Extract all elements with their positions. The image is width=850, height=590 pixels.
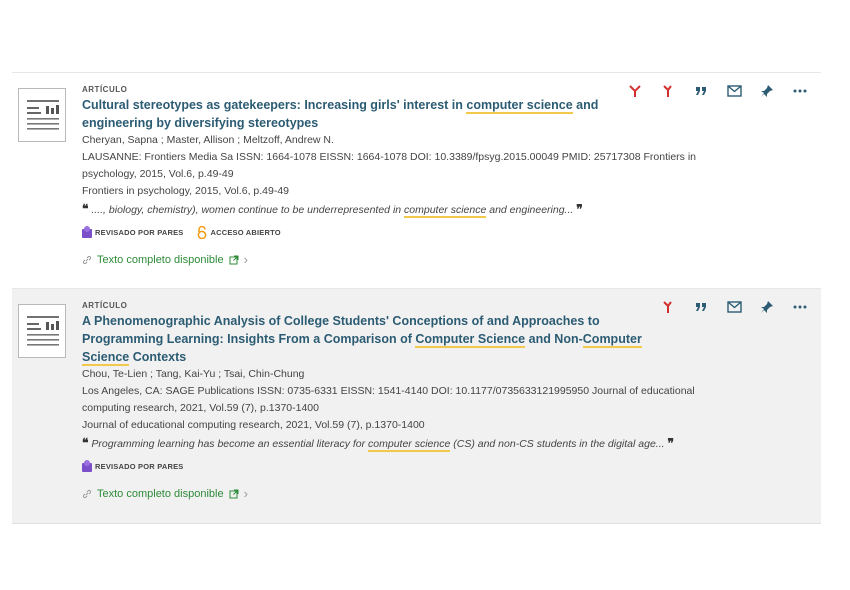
peer-reviewed-icon [82,226,92,238]
authors: Chou, Te-Lien ; Tang, Kai-Yu ; Tsai, Chi… [82,368,305,380]
result-title-link[interactable]: A Phenomenographic Analysis of College S… [82,312,642,366]
fulltext-link[interactable]: Texto completo disponible › [82,486,811,501]
title-text: Cultural stereotypes as gatekeepers: Inc… [82,98,467,112]
chevron-right-icon: › [243,252,248,267]
result-title-link[interactable]: Cultural stereotypes as gatekeepers: Inc… [82,96,642,132]
result-actions [626,83,809,99]
fulltext-label: Texto completo disponible [97,253,224,266]
quote-close-icon: ❞ [667,436,674,450]
publication-details: LAUSANNE: Frontiers Media Sa ISSN: 1664-… [82,151,697,180]
more-options-icon[interactable] [791,299,809,315]
source: Frontiers in psychology, 2015, Vol.6, p.… [82,185,290,197]
email-icon[interactable] [725,83,743,99]
result-body: ARTÍCULO Cultural stereotypes as gatekee… [82,85,811,267]
cited-by-icon[interactable] [626,83,644,99]
snippet-text: (CS) and non-CS students in the digital … [450,438,665,450]
article-thumbnail[interactable] [18,304,66,358]
peer-reviewed-label: REVISADO POR PARES [95,461,184,471]
pin-icon[interactable] [758,83,776,99]
references-icon[interactable] [659,83,677,99]
snippet: ❝ ...., biology, chemistry), women conti… [82,201,811,219]
title-highlight: computer science [466,98,573,114]
title-text: Contexts [129,350,187,364]
snippet-text: and engineering... [486,204,574,216]
external-link-icon [229,489,239,498]
peer-reviewed-label: REVISADO POR PARES [95,227,184,237]
cite-icon[interactable] [692,83,710,99]
more-options-icon[interactable] [791,83,809,99]
publication-details: Los Angeles, CA: SAGE Publications ISSN:… [82,385,695,414]
badges: REVISADO POR PARES ACCESO ABIERTO [82,224,811,240]
result-card[interactable]: ARTÍCULO A Phenomenographic Analysis of … [12,288,821,524]
references-icon[interactable] [659,299,677,315]
peer-reviewed-icon [82,460,92,472]
external-link-icon [229,255,239,264]
link-icon [82,489,92,498]
pin-icon[interactable] [758,299,776,315]
snippet-text: ...., biology, chemistry), women continu… [91,204,405,216]
quote-open-icon: ❝ [82,436,89,450]
snippet-highlight: computer science [404,204,487,218]
article-thumbnail[interactable] [18,88,66,142]
fulltext-label: Texto completo disponible [97,487,224,500]
quote-open-icon: ❝ [82,202,89,216]
badges: REVISADO POR PARES [82,458,811,474]
result-body: ARTÍCULO A Phenomenographic Analysis of … [82,301,811,501]
peer-reviewed-badge: REVISADO POR PARES [82,226,183,238]
link-icon [82,255,92,264]
cite-icon[interactable] [692,299,710,315]
result-actions [659,299,809,315]
source: Journal of educational computing researc… [82,419,425,431]
quote-close-icon: ❞ [576,202,583,216]
open-access-label: ACCESO ABIERTO [210,227,281,237]
title-highlight: Computer Science [415,332,526,348]
snippet-highlight: computer science [368,438,451,452]
result-card[interactable]: ARTÍCULO Cultural stereotypes as gatekee… [12,72,821,288]
title-text: and Non- [525,332,583,346]
chevron-right-icon: › [243,486,248,501]
authors: Cheryan, Sapna ; Master, Allison ; Meltz… [82,134,334,146]
email-icon[interactable] [725,299,743,315]
peer-reviewed-badge: REVISADO POR PARES [82,460,183,472]
results-list: ARTÍCULO Cultural stereotypes as gatekee… [12,72,821,524]
snippet: ❝ Programming learning has become an ess… [82,435,811,453]
open-access-icon [198,225,207,239]
snippet-text: Programming learning has become an essen… [91,438,369,450]
fulltext-link[interactable]: Texto completo disponible › [82,252,811,267]
open-access-badge: ACCESO ABIERTO [197,225,281,239]
